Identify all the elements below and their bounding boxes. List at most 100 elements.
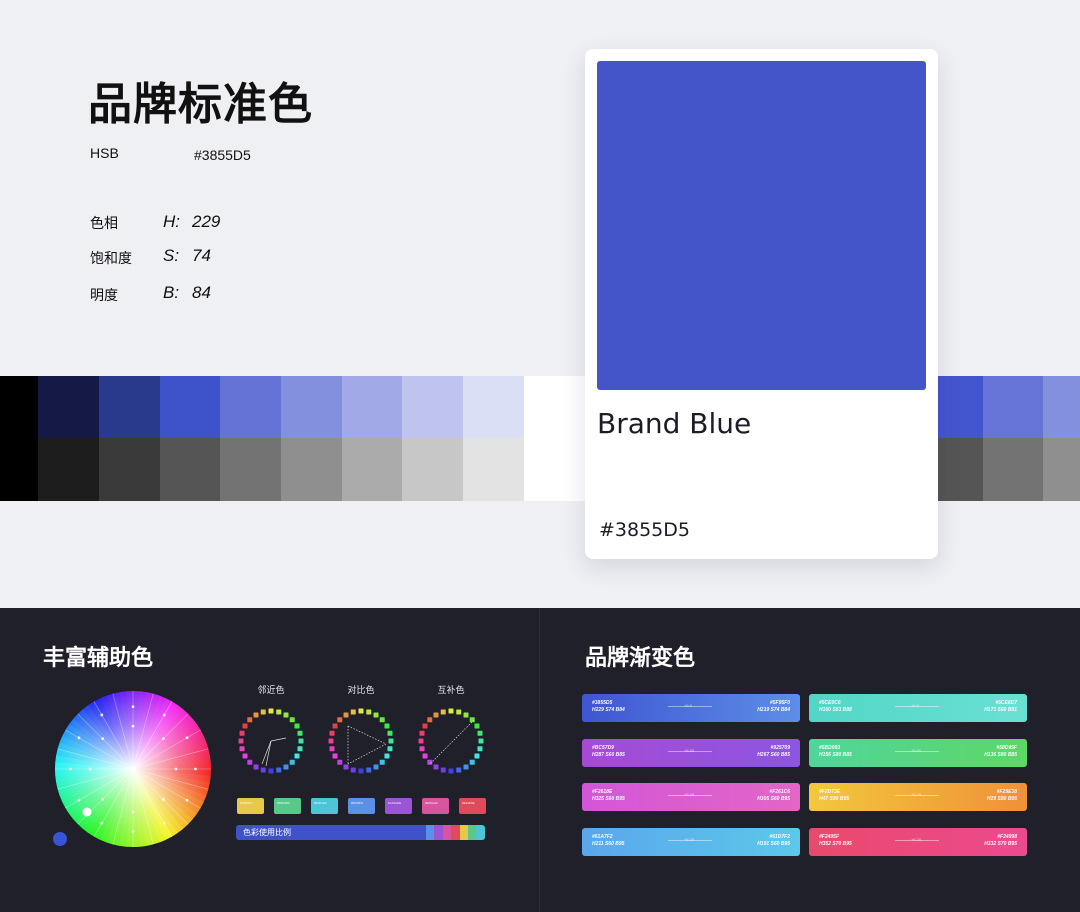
aux-color-chip: #5F95F0 bbox=[348, 798, 375, 814]
gradient-end-label: #F29E38 H29 S80 B95 bbox=[986, 789, 1017, 802]
ring-cell bbox=[448, 708, 454, 714]
shade-cell bbox=[342, 438, 402, 501]
gradient-swatch: #F2495F H352 S70 B95 +5.20 #F24998 H332 S70 … bbox=[809, 827, 1027, 856]
ring-cell bbox=[283, 764, 289, 770]
ring-cell bbox=[387, 746, 393, 752]
gradient-start-label: #F2495F H352 S70 B95 bbox=[819, 833, 852, 847]
ring-cell bbox=[343, 712, 349, 718]
wheel-marker bbox=[101, 797, 105, 801]
tint-cell bbox=[1043, 376, 1080, 438]
usage-segment bbox=[476, 825, 485, 840]
ring-cell bbox=[388, 738, 394, 744]
aux-color-chip: #52D1E0 bbox=[311, 798, 338, 814]
wheel-marker bbox=[101, 737, 105, 741]
saturation-label: 饱和度 bbox=[90, 251, 132, 267]
ring-cell bbox=[433, 712, 439, 718]
ring-cell bbox=[294, 753, 300, 759]
wheel-marker bbox=[174, 767, 178, 771]
ring-cell bbox=[343, 764, 349, 770]
gradient-start-label: #5CE0C6 H160 S63 B88 bbox=[819, 700, 852, 713]
ring-cell bbox=[332, 753, 338, 759]
ring-cell bbox=[297, 746, 303, 752]
ring-cell bbox=[276, 709, 282, 715]
shade-cell bbox=[402, 438, 463, 501]
shade-cell bbox=[281, 438, 342, 501]
usage-segment bbox=[442, 825, 452, 840]
gradient-swatch: #BC57D9 H287 S60 B85 +6.20 #925709 H267 S60 … bbox=[582, 738, 800, 767]
tint-cell bbox=[402, 376, 463, 438]
chip-code: #5F95F0 bbox=[351, 801, 364, 805]
wheel-marker bbox=[161, 797, 165, 801]
gradient-step-value: +5.20 bbox=[911, 836, 922, 842]
tint-cell bbox=[0, 376, 38, 438]
shade-cell bbox=[463, 438, 524, 501]
analogous-label: 邻近色 bbox=[257, 686, 285, 696]
ring-cell bbox=[298, 738, 304, 744]
ring-cell bbox=[239, 746, 245, 752]
ring-cell bbox=[350, 767, 356, 773]
ring-cell bbox=[474, 753, 480, 759]
gradient-swatch: #F2618E H325 S60 B95 +6.20 #F261C6 H305 S60 … bbox=[582, 783, 800, 811]
ring-cell bbox=[463, 764, 469, 770]
ring-cell bbox=[456, 709, 462, 715]
shade-cell bbox=[524, 438, 585, 501]
gradient-step-value: +5.20 bbox=[911, 792, 922, 797]
ring-cell bbox=[294, 723, 300, 729]
hue-key: H: bbox=[163, 212, 181, 231]
wheel-marker bbox=[100, 713, 104, 717]
relation-line bbox=[347, 725, 387, 745]
tint-cell bbox=[99, 376, 160, 438]
brand-standard-section: 品牌标准色 HSB #3855D5 色相 H: 229 饱和度 S: 74 明度… bbox=[0, 0, 1080, 608]
page-title: 品牌标准色 bbox=[88, 79, 313, 130]
brand-color-dot bbox=[53, 832, 67, 846]
ring-cell bbox=[366, 709, 372, 715]
gradient-swatch: #5CE0C6 H160 S63 B88 +6.0 #5CE8D7 H173 S60 B… bbox=[809, 694, 1027, 722]
gradient-swatch: #3855D5 H229 S74 B84 +6.0 #5F95F0 H219 S74 B… bbox=[582, 694, 800, 722]
contrast-label: 对比色 bbox=[347, 686, 375, 696]
ring-cell bbox=[422, 753, 428, 759]
ring-cell bbox=[337, 717, 343, 723]
ring-cell bbox=[253, 764, 259, 770]
gradient-start-label: #61A7F2 H211 S60 B95 bbox=[592, 833, 625, 847]
gradient-start-label: #3855D5 H229 S74 B84 bbox=[592, 700, 625, 713]
chip-code: #52D1E0 bbox=[314, 801, 327, 805]
ring-cell bbox=[440, 709, 446, 715]
ring-cell bbox=[283, 712, 289, 718]
ring-cell bbox=[379, 717, 385, 723]
wheel-marker bbox=[131, 830, 135, 833]
wheel-marker bbox=[77, 736, 81, 740]
ring-cell bbox=[373, 764, 379, 770]
brand-color-name: Brand Blue bbox=[597, 407, 752, 440]
ring-cell bbox=[469, 717, 475, 723]
wheel-marker bbox=[185, 798, 189, 802]
wheel-marker bbox=[77, 798, 81, 802]
relation-line bbox=[429, 719, 475, 765]
ring-cell bbox=[456, 767, 462, 773]
wheel-marker bbox=[131, 705, 135, 708]
ring-cell bbox=[433, 764, 439, 770]
brightness-value: 84 bbox=[192, 283, 211, 302]
wheel-marker bbox=[185, 736, 189, 740]
gradient-end-label: #58D95F H136 S80 B85 bbox=[984, 744, 1017, 758]
aux-colors-title: 丰富辅助色 bbox=[43, 646, 154, 671]
ring-cell bbox=[268, 768, 274, 774]
chip-code: #F5D657 bbox=[240, 801, 253, 805]
gradient-step-value: +6.0 bbox=[911, 703, 919, 708]
complementary-label: 互补色 bbox=[437, 686, 465, 696]
ring-cell bbox=[337, 759, 343, 765]
ring-cell bbox=[477, 730, 483, 736]
tint-cell bbox=[938, 376, 983, 438]
wheel-marker bbox=[194, 767, 197, 771]
ring-cell bbox=[358, 708, 364, 714]
gradient-end-label: #925709 H267 S60 B85 bbox=[757, 744, 790, 758]
wheel-marker bbox=[131, 724, 135, 728]
ring-cell bbox=[242, 753, 248, 759]
gradient-end-label: #F24998 H332 S70 B95 bbox=[984, 833, 1017, 847]
usage-segment bbox=[451, 825, 460, 840]
color-usage-bar: 色彩使用比例 bbox=[236, 825, 485, 840]
usage-segment bbox=[434, 825, 443, 840]
gradient-start-label: #F2618E H325 S60 B95 bbox=[592, 789, 625, 802]
gradient-start-label: #5BD993 H156 S80 B85 bbox=[819, 744, 852, 758]
ring-cell bbox=[422, 723, 428, 729]
gradient-end-label: #F261C6 H305 S60 B95 bbox=[757, 789, 790, 802]
